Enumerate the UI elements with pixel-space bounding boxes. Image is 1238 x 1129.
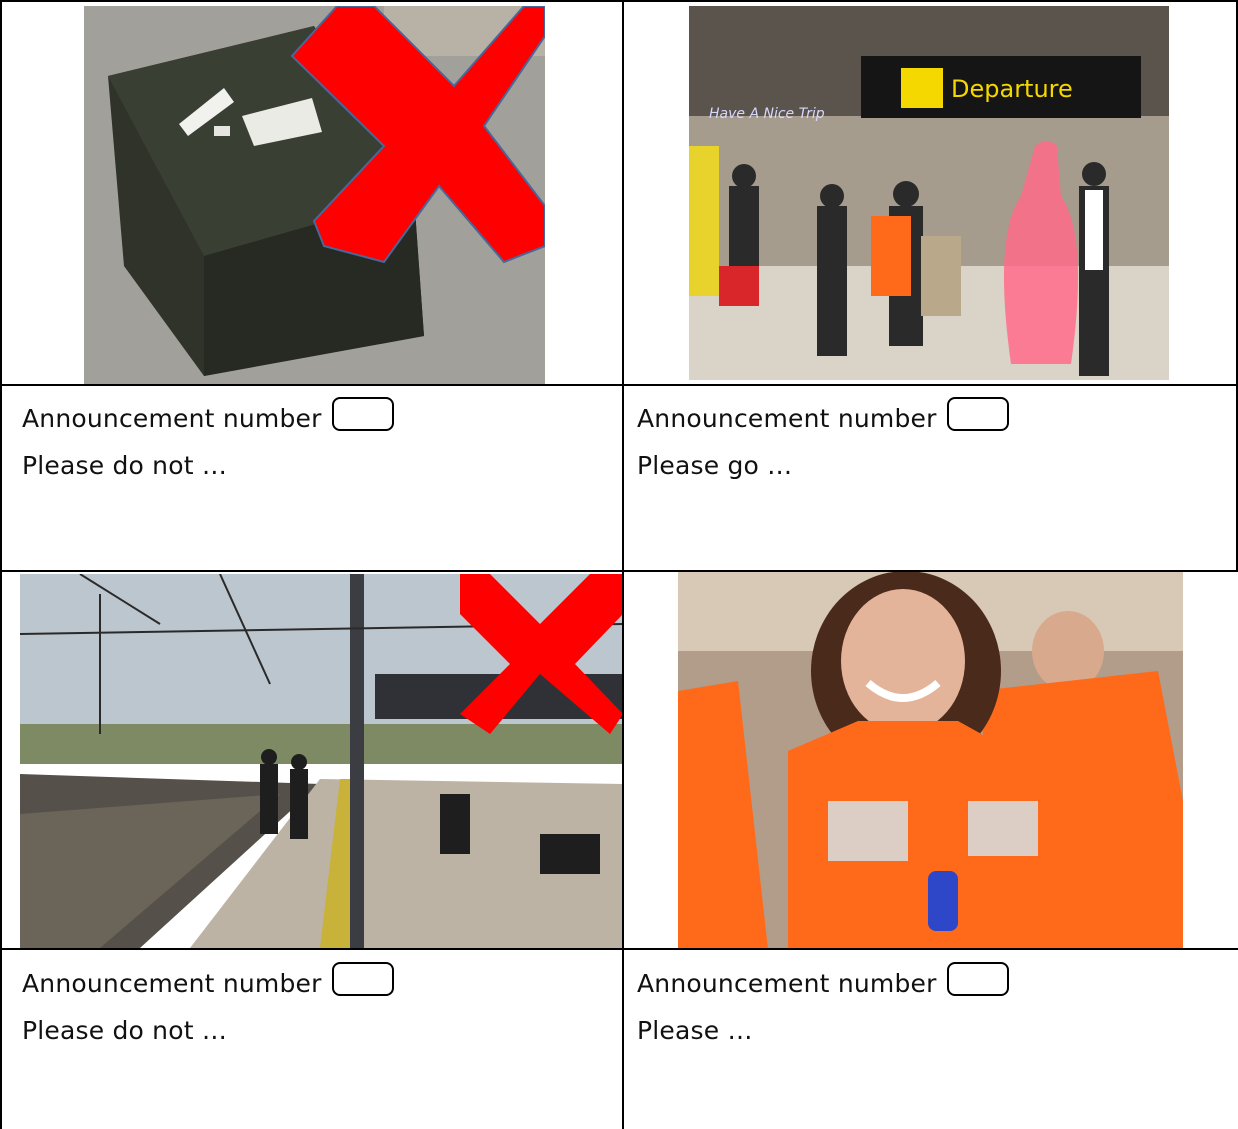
answer-line[interactable]: _____________________________________ (637, 502, 1063, 527)
airport-photo: Departure Have A Nice Trip (689, 6, 1169, 380)
left-border (0, 0, 2, 1129)
answer-line[interactable]: _____________________________________ (22, 1067, 448, 1092)
prompt-text: Please go … (637, 451, 793, 480)
center-divider (622, 0, 624, 1129)
announcement-number-box[interactable] (946, 397, 1009, 431)
answer-cell-2: Announcement number Please go … ________… (637, 397, 1063, 527)
announcement-number-box[interactable] (946, 962, 1009, 996)
lifejacket-photo (678, 571, 1183, 949)
announcement-label: Announcement number (22, 403, 322, 433)
prompt-text: Please … (637, 1016, 753, 1045)
answer-line[interactable]: _____________________________________ (637, 1067, 1063, 1092)
answer-cell-1: Announcement number Please do not … ____… (22, 397, 448, 527)
banner-text: Have A Nice Trip (709, 106, 825, 122)
departure-sign-text: Departure (951, 75, 1073, 103)
top-border (0, 0, 1238, 2)
prompt-text: Please do not … (22, 451, 228, 480)
prompt-text: Please do not … (22, 1016, 228, 1045)
train-platform-photo (20, 574, 623, 948)
suitcase-photo (84, 6, 545, 384)
row-divider-2 (0, 570, 1238, 572)
row-divider-1 (0, 384, 1238, 386)
announcement-number-box[interactable] (331, 962, 394, 996)
announcement-label: Announcement number (637, 968, 937, 998)
announcement-label: Announcement number (637, 403, 937, 433)
row-divider-3 (0, 948, 1238, 950)
worksheet-table: Departure Have A Nice Trip Announcement … (0, 0, 1238, 1129)
answer-line[interactable]: _____________________________________ (22, 502, 448, 527)
announcement-number-box[interactable] (331, 397, 394, 431)
answer-cell-3: Announcement number Please do not … ____… (22, 962, 448, 1092)
announcement-label: Announcement number (22, 968, 322, 998)
answer-cell-4: Announcement number Please … ___________… (637, 962, 1063, 1092)
